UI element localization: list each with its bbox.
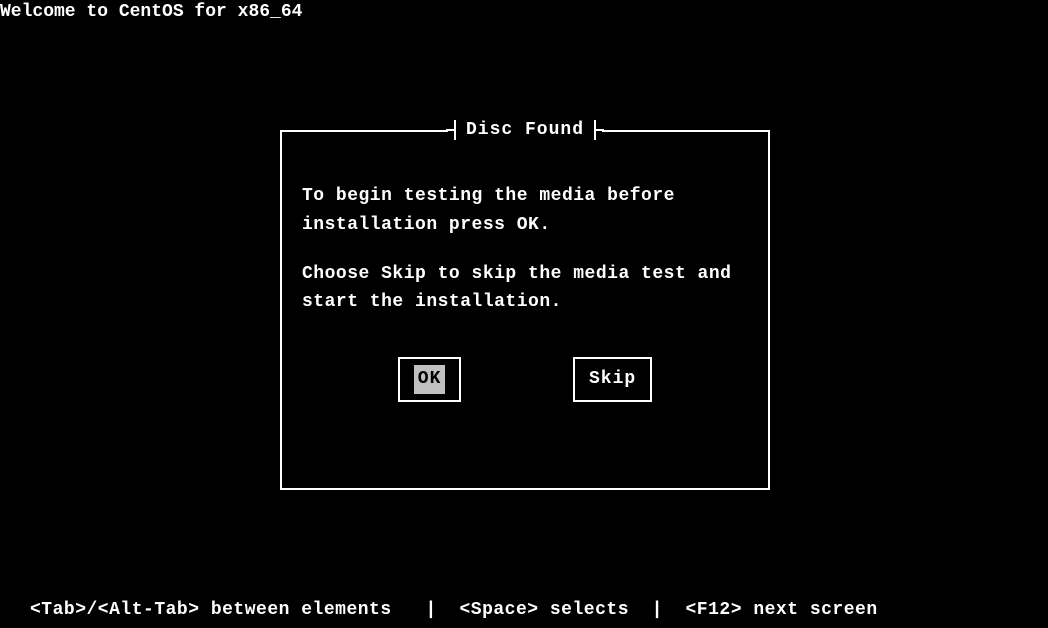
- skip-button-label: Skip: [589, 369, 636, 389]
- header-title: Welcome to CentOS for x86_64: [0, 2, 302, 22]
- title-tick-left-icon: [454, 120, 456, 140]
- disc-found-dialog: Disc Found To begin testing the media be…: [280, 130, 770, 490]
- dialog-border: Disc Found To begin testing the media be…: [280, 130, 770, 490]
- dialog-title-wrap: Disc Found: [448, 120, 602, 140]
- ok-button-label: OK: [414, 365, 446, 394]
- button-row: OK Skip: [302, 357, 748, 402]
- footer-hint: <Tab>/<Alt-Tab> between elements | <Spac…: [30, 600, 878, 620]
- skip-button[interactable]: Skip: [573, 357, 652, 402]
- title-tick-right-icon: [594, 120, 596, 140]
- ok-button[interactable]: OK: [398, 357, 462, 402]
- dialog-title: Disc Found: [466, 120, 584, 140]
- dialog-paragraph-1: To begin testing the media before instal…: [302, 182, 748, 240]
- dialog-paragraph-2: Choose Skip to skip the media test and s…: [302, 260, 748, 318]
- dialog-body: To begin testing the media before instal…: [302, 182, 748, 402]
